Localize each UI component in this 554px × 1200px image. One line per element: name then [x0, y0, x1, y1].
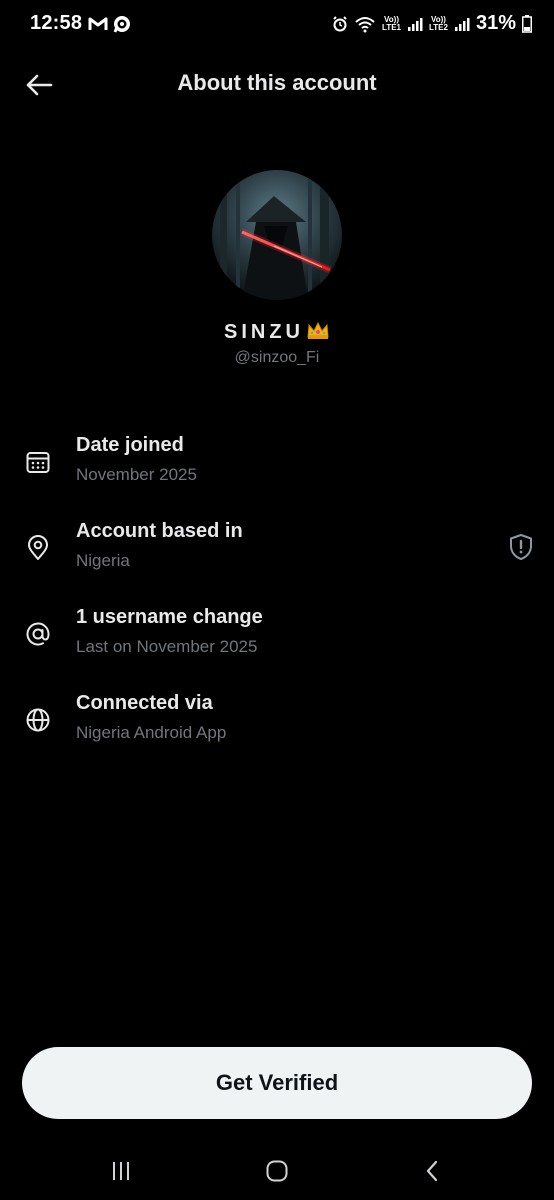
network-sim1-bottom: LTE1 — [382, 22, 401, 32]
back-chevron-icon — [426, 1160, 438, 1182]
page-title: About this account — [177, 70, 377, 95]
at-sign-icon — [22, 618, 54, 650]
info-row-account-based-in: Account based in Nigeria — [0, 520, 554, 590]
get-verified-button[interactable]: Get Verified — [22, 1047, 532, 1119]
app-header: About this account — [0, 58, 554, 112]
system-back-button[interactable] — [412, 1156, 452, 1186]
info-value: Last on November 2025 — [76, 637, 258, 656]
status-right-icons: Vo)) LTE1 Vo)) LTE2 31% — [332, 12, 532, 35]
signal-sim2-icon — [454, 17, 470, 31]
signal-sim1-icon — [408, 17, 423, 31]
battery-percent: 31% — [475, 12, 516, 34]
recents-icon — [113, 1162, 129, 1180]
info-row-username-change: 1 username change Last on November 2025 — [0, 606, 554, 676]
info-label: Connected via — [76, 692, 213, 714]
network-sim2: Vo)) LTE2 — [429, 15, 448, 32]
location-pin-icon — [22, 532, 54, 564]
status-time: 12:58 — [30, 12, 83, 34]
info-value: Nigeria Android App — [76, 723, 227, 742]
status-left-icons — [88, 14, 132, 34]
home-icon — [266, 1160, 288, 1182]
home-button[interactable] — [257, 1156, 297, 1186]
info-row-connected-via: Connected via Nigeria Android App — [0, 692, 554, 762]
username-handle: @sinzoo_Fi — [234, 349, 320, 366]
shield-icon[interactable] — [506, 532, 536, 562]
whatsapp-icon — [113, 16, 130, 33]
crown-emoji-icon — [307, 321, 329, 339]
display-name: SINZU — [0, 320, 554, 344]
info-row-date-joined: Date joined November 2025 — [0, 434, 554, 504]
info-label: Account based in — [76, 520, 243, 542]
avatar-image — [212, 170, 342, 300]
gmail-m-icon — [88, 17, 108, 30]
network-sim1: Vo)) LTE1 — [382, 15, 401, 32]
display-name-text: SINZU — [224, 321, 304, 343]
recents-button[interactable] — [101, 1156, 141, 1186]
battery-icon — [522, 14, 532, 33]
status-bar: 12:58 Vo)) LTE1 Vo)) LTE2 31% — [0, 0, 554, 52]
avatar[interactable] — [212, 170, 342, 300]
info-label: Date joined — [76, 434, 184, 456]
system-nav-bar — [0, 1140, 554, 1200]
info-value: November 2025 — [76, 465, 197, 484]
calendar-icon — [22, 446, 54, 478]
wifi-icon — [355, 16, 375, 32]
alarm-icon — [333, 15, 347, 31]
info-value: Nigeria — [76, 551, 130, 570]
info-label: 1 username change — [76, 606, 263, 628]
globe-icon — [22, 704, 54, 736]
network-sim2-bottom: LTE2 — [429, 22, 448, 32]
